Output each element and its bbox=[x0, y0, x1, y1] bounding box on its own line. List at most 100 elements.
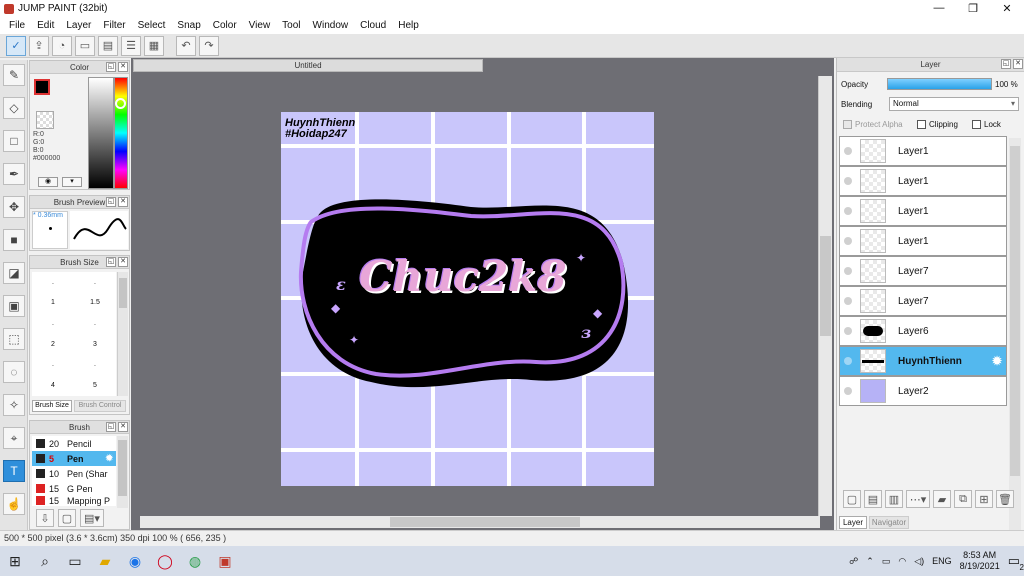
hand-tool-icon[interactable]: ☝ bbox=[3, 493, 25, 515]
color-wheel-icon[interactable]: ◉ bbox=[38, 177, 58, 187]
minimize-button[interactable]: — bbox=[922, 2, 956, 15]
undock-icon[interactable]: ◱ bbox=[106, 197, 116, 207]
file-explorer-icon[interactable]: ▰ bbox=[90, 546, 120, 576]
brush-item-g-pen[interactable]: 15 G Pen bbox=[32, 481, 116, 496]
chrome-icon[interactable]: ◍ bbox=[180, 546, 210, 576]
comment-icon[interactable]: ◔ bbox=[52, 35, 72, 56]
layer-row[interactable]: Layer1 bbox=[839, 136, 1007, 166]
undock-icon[interactable]: ◱ bbox=[1001, 59, 1011, 69]
brush-menu-icon[interactable]: ▤▾ bbox=[80, 509, 104, 527]
undock-icon[interactable]: ◱ bbox=[106, 62, 116, 72]
search-icon[interactable]: ⌕ bbox=[30, 546, 60, 576]
menu-edit[interactable]: Edit bbox=[31, 20, 60, 31]
layer-row[interactable]: Layer1 bbox=[839, 166, 1007, 196]
brush-tool-icon[interactable]: ✎ bbox=[3, 64, 25, 86]
layer-row[interactable]: Layer1 bbox=[839, 226, 1007, 256]
panel-close-icon[interactable]: ✕ bbox=[118, 197, 128, 207]
gradient-tool-icon[interactable]: ▣ bbox=[3, 295, 25, 317]
brush-item-mapping-pen[interactable]: 15 Mapping P bbox=[32, 496, 116, 506]
wifi-icon[interactable]: ◠ bbox=[898, 556, 906, 567]
vertical-scrollbar[interactable] bbox=[818, 76, 832, 516]
windows-start-icon[interactable]: ⊞ bbox=[0, 546, 30, 576]
eraser-tool-icon[interactable]: ◇ bbox=[3, 97, 25, 119]
horizontal-scrollbar[interactable] bbox=[140, 516, 820, 528]
clipping-checkbox[interactable]: Clipping bbox=[917, 120, 958, 129]
tab-layer[interactable]: Layer bbox=[839, 516, 867, 529]
battery-icon[interactable]: ▭ bbox=[882, 556, 891, 567]
layer-menu-icon[interactable]: ⋯▾ bbox=[906, 490, 930, 508]
maximize-button[interactable]: ❐ bbox=[956, 2, 990, 15]
language-indicator[interactable]: ENG bbox=[932, 556, 952, 566]
menu-view[interactable]: View bbox=[243, 20, 277, 31]
brush-download-icon[interactable]: ⇩ bbox=[36, 509, 54, 527]
menu-filter[interactable]: Filter bbox=[97, 20, 131, 31]
brush-size-grid[interactable]: .. 1 1.5 .. 23 .. 45 bbox=[32, 272, 116, 396]
pen-tool-icon[interactable]: ✒ bbox=[3, 163, 25, 185]
color-dropdown-icon[interactable]: ▾ bbox=[62, 177, 82, 187]
opacity-slider[interactable] bbox=[887, 78, 992, 90]
brightness-slider[interactable] bbox=[88, 77, 114, 189]
fill-rect-tool-icon[interactable]: ■ bbox=[3, 229, 25, 251]
visibility-icon[interactable] bbox=[844, 357, 852, 365]
document-canvas[interactable]: HuynhThienn #Hoidap247 ε з ✦ ✦ ◆ ◆ Chuc2… bbox=[281, 112, 654, 486]
message-icon[interactable]: ▭ bbox=[75, 35, 95, 56]
tab-brush-control[interactable]: Brush Control bbox=[74, 400, 126, 412]
clock[interactable]: 8:53 AM 8/19/2021 bbox=[960, 550, 1000, 572]
visibility-icon[interactable] bbox=[844, 177, 852, 185]
brush-list-scrollbar[interactable] bbox=[117, 436, 128, 508]
layer-row[interactable]: Layer7 bbox=[839, 256, 1007, 286]
brush-item-pen[interactable]: 5 Pen ✹ bbox=[32, 451, 116, 466]
brush-size-scrollbar[interactable] bbox=[117, 272, 128, 396]
visibility-icon[interactable] bbox=[844, 267, 852, 275]
close-button[interactable]: ✕ bbox=[990, 2, 1024, 15]
hue-picker-icon[interactable] bbox=[115, 98, 126, 109]
foreground-color-swatch[interactable] bbox=[34, 79, 50, 95]
opera-icon[interactable]: ◯ bbox=[150, 546, 180, 576]
page-icon[interactable]: ▤ bbox=[98, 35, 118, 56]
undock-icon[interactable]: ◱ bbox=[106, 257, 116, 267]
panel-close-icon[interactable]: ✕ bbox=[118, 62, 128, 72]
new-layer-icon[interactable]: ▢ bbox=[843, 490, 861, 508]
visibility-icon[interactable] bbox=[844, 297, 852, 305]
tab-navigator[interactable]: Navigator bbox=[869, 516, 909, 529]
menu-cloud[interactable]: Cloud bbox=[354, 20, 392, 31]
visibility-icon[interactable] bbox=[844, 387, 852, 395]
undock-icon[interactable]: ◱ bbox=[106, 422, 116, 432]
redo-icon[interactable]: ↷ bbox=[199, 35, 219, 56]
text-tool-icon[interactable]: T bbox=[3, 460, 25, 482]
magic-wand-tool-icon[interactable]: ✧ bbox=[3, 394, 25, 416]
layer-row[interactable]: Layer7 bbox=[839, 286, 1007, 316]
new-text-layer-icon[interactable]: ▥ bbox=[885, 490, 903, 508]
menu-help[interactable]: Help bbox=[392, 20, 425, 31]
lock-checkbox[interactable]: Lock bbox=[972, 120, 1001, 129]
layer-row[interactable]: Layer2 bbox=[839, 376, 1007, 406]
menu-window[interactable]: Window bbox=[307, 20, 355, 31]
rect-select-tool-icon[interactable]: □ bbox=[3, 130, 25, 152]
people-icon[interactable]: ☍ bbox=[849, 556, 858, 567]
menu-color[interactable]: Color bbox=[207, 20, 243, 31]
list-icon[interactable]: ☰ bbox=[121, 35, 141, 56]
panel-close-icon[interactable]: ✕ bbox=[1013, 59, 1023, 69]
menu-layer[interactable]: Layer bbox=[60, 20, 97, 31]
share-icon[interactable]: ⇪ bbox=[29, 35, 49, 56]
menu-select[interactable]: Select bbox=[132, 20, 172, 31]
notification-icon[interactable]: ▭ 2 bbox=[1008, 553, 1024, 572]
layer-row[interactable]: Layer6 bbox=[839, 316, 1007, 346]
document-tab[interactable]: Untitled bbox=[133, 59, 483, 72]
lasso-tool-icon[interactable]: ◌ bbox=[3, 361, 25, 383]
eyedropper-tool-icon[interactable]: ⌖ bbox=[3, 427, 25, 449]
blending-select[interactable]: Normal ▾ bbox=[889, 97, 1019, 111]
menu-snap[interactable]: Snap bbox=[171, 20, 206, 31]
menu-file[interactable]: File bbox=[3, 20, 31, 31]
layer-row-selected[interactable]: HuynhThienn ✹ bbox=[839, 346, 1007, 376]
merge-layer-icon[interactable]: ⊞ bbox=[975, 490, 993, 508]
protect-alpha-checkbox[interactable]: Protect Alpha bbox=[843, 120, 903, 129]
delete-layer-icon[interactable]: 🗑 bbox=[996, 490, 1014, 508]
chevron-up-icon[interactable]: ⌃ bbox=[866, 556, 874, 567]
cloud-sync-icon[interactable]: ✓ bbox=[6, 35, 26, 56]
new-raster-layer-icon[interactable]: ▤ bbox=[864, 490, 882, 508]
new-brush-icon[interactable]: ▢ bbox=[58, 509, 76, 527]
menu-tool[interactable]: Tool bbox=[276, 20, 306, 31]
tab-brush-size[interactable]: Brush Size bbox=[32, 400, 72, 412]
panel-close-icon[interactable]: ✕ bbox=[118, 257, 128, 267]
